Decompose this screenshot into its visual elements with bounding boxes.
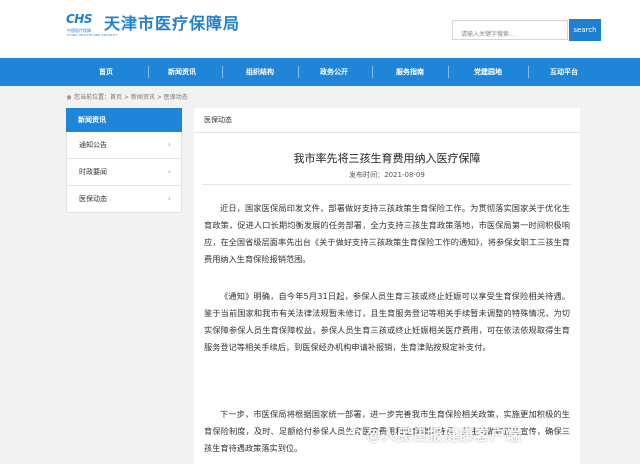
publish-date-value: 2021-08-09 (384, 171, 425, 179)
breadcrumb: 您当前位置：首页 > 新闻资讯 > 医保动态 (66, 92, 188, 101)
site-header: CHS 中国医疗保障 CHINA HEALTHCARE SECURITY 天津市… (0, 0, 640, 58)
breadcrumb-separator: > (123, 94, 129, 101)
publish-date-label: 发布时间： (349, 171, 385, 179)
watermark-logo-icon (348, 428, 362, 442)
site-logo[interactable]: CHS 中国医疗保障 CHINA HEALTHCARE SECURITY (66, 12, 118, 42)
breadcrumb-current[interactable]: 医保动态 (164, 94, 188, 101)
nav-item-organization[interactable]: 组织结构 (228, 58, 292, 86)
nav-item-party[interactable]: 党建园地 (456, 58, 520, 86)
sidebar-item-politics-news[interactable]: 时政要闻 › (66, 159, 182, 186)
nav-item-service-guide[interactable]: 服务指南 (378, 58, 442, 86)
logo-text: CHS (66, 12, 93, 26)
sidebar-title: 新闻资讯 (66, 108, 182, 132)
sidebar-item-label: 通知公告 (79, 141, 107, 149)
sidebar-item-medical-insurance-news[interactable]: 医保动态 › (66, 186, 182, 213)
sidebar-item-label: 医保动态 (79, 195, 107, 203)
watermark-text: @人民日报健康客户端 (366, 426, 522, 444)
sidebar: 新闻资讯 通知公告 › 时政要闻 › 医保动态 › (66, 108, 182, 213)
nav-separator (222, 66, 223, 78)
breadcrumb-separator: > (156, 94, 162, 101)
nav-item-home[interactable]: 首页 (74, 58, 138, 86)
publish-date: 发布时间：2021-08-09 (194, 170, 580, 180)
section-title: 医保动态 (194, 108, 580, 133)
site-title: 天津市医疗保障局 (104, 14, 241, 33)
sidebar-item-notices[interactable]: 通知公告 › (66, 132, 182, 159)
nav-separator (298, 66, 299, 78)
nav-separator (372, 66, 373, 78)
article-panel: 医保动态 我市率先将三孩生育费用纳入医疗保障 发布时间：2021-08-09 近… (194, 108, 580, 464)
article-paragraph: 《通知》明确，自今年5月31日起，参保人员生育三孩或终止妊娠可以享受生育保险相关… (204, 291, 570, 352)
search-box (452, 20, 571, 44)
nav-item-gov-affairs[interactable]: 政务公开 (302, 58, 366, 86)
chevron-right-icon: › (167, 140, 171, 149)
sidebar-item-label: 时政要闻 (79, 168, 107, 176)
breadcrumb-news[interactable]: 新闻资讯 (131, 94, 155, 101)
divider (202, 184, 572, 185)
search-button[interactable]: search (569, 19, 601, 41)
breadcrumb-prefix: 您当前位置： (74, 94, 111, 101)
article-title: 我市率先将三孩生育费用纳入医疗保障 (293, 152, 481, 165)
main-nav: 首页 新闻资讯 组织结构 政务公开 服务指南 党建园地 互动平台 (0, 58, 640, 86)
article-paragraph: 近日，国家医保局印发文件，部署做好支持三孩政策生育保险工作。为贯彻落实国家关于优… (204, 203, 570, 264)
breadcrumb-home[interactable]: 首页 (110, 94, 122, 101)
chevron-right-icon: › (167, 167, 171, 176)
home-icon (66, 94, 72, 100)
watermark: @人民日报健康客户端 (348, 424, 521, 445)
chevron-right-icon: › (167, 194, 171, 203)
nav-separator (448, 66, 449, 78)
nav-separator (148, 66, 149, 78)
nav-separator (528, 66, 529, 78)
search-input[interactable] (453, 25, 571, 44)
nav-item-news[interactable]: 新闻资讯 (150, 58, 214, 86)
nav-item-interaction[interactable]: 互动平台 (532, 58, 596, 86)
